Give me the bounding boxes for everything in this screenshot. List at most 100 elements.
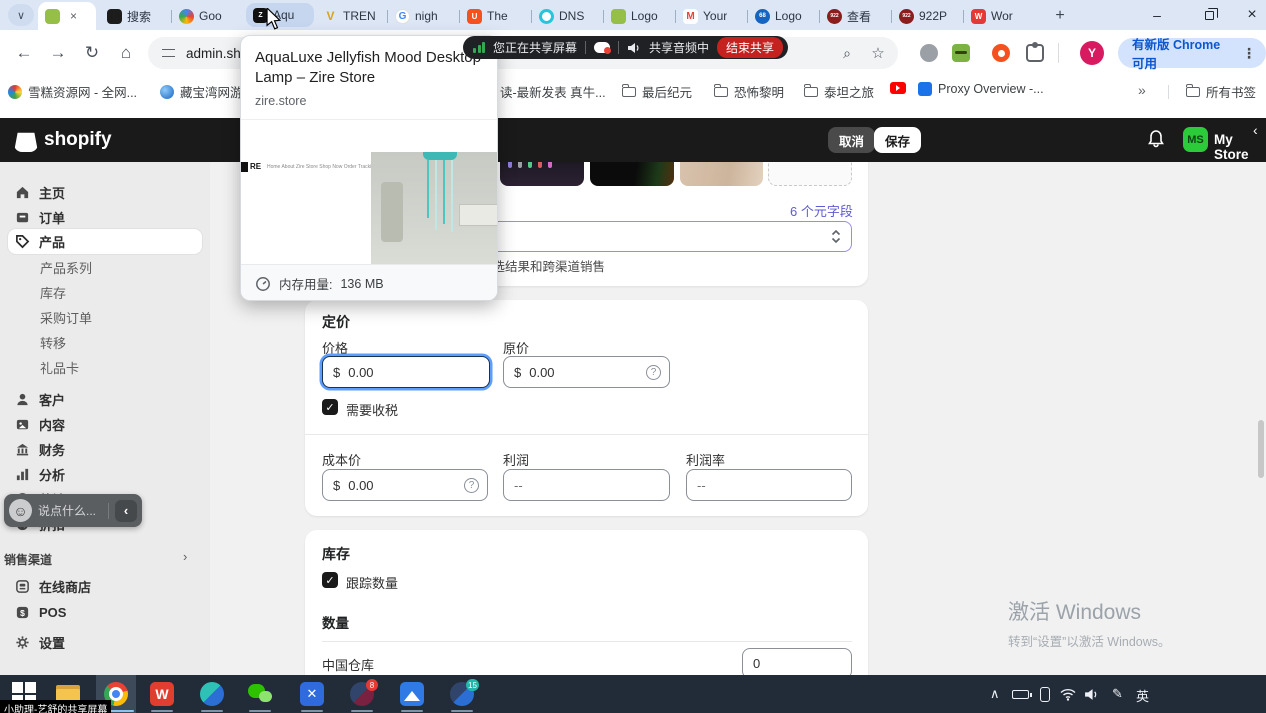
tab-label: nigh [415,9,438,23]
chat-input-placeholder[interactable]: 说点什么... [38,502,102,519]
pen-icon[interactable]: ✎ [1112,686,1123,702]
sidebar-item-content[interactable]: 内容 [8,412,202,437]
tab-sousuo[interactable]: 搜索 [100,2,172,30]
tray-chevron-icon[interactable]: ∧ [990,686,1000,702]
bookmark-xuegao[interactable]: 雪糕资源网 - 全网... [8,82,137,101]
tab-nigh[interactable]: Gnigh [388,2,460,30]
tab-tren[interactable]: VTREN [316,2,388,30]
channels-chevron-icon[interactable]: › [183,549,187,564]
tab-wor[interactable]: WWor [964,2,1036,30]
compare-price-input[interactable]: $0.00 ? [503,356,670,388]
cost-input[interactable]: $0.00 ? [322,469,488,501]
window-close-button[interactable]: × [1230,0,1266,30]
sidebar-item-settings[interactable]: 设置 [8,630,202,655]
help-question-icon[interactable]: ? [646,365,661,380]
more-menu-icon[interactable]: ⋮ [1242,45,1256,62]
teal-app-icon[interactable] [200,682,224,706]
sidebar-item-analytics[interactable]: 分析 [8,462,202,487]
url-text[interactable]: admin.sh [186,46,241,61]
profit-input[interactable]: -- [503,469,670,501]
tab-active-shopify[interactable]: × [38,2,96,30]
app-with-badge-8-icon[interactable]: 8 [350,682,374,706]
tab-chakan[interactable]: 922查看 [820,2,892,30]
chrome-update-chip[interactable]: 有新版 Chrome 可用 ⋮ [1118,38,1266,68]
search-icon[interactable]: ⌕ [835,41,859,65]
blue-m-app-icon[interactable] [400,682,424,706]
extension-gray-icon[interactable] [920,44,938,62]
cloud-record-icon[interactable] [594,42,610,53]
margin-input[interactable]: -- [686,469,852,501]
home-icon[interactable]: ⌂ [114,41,138,65]
wps-icon[interactable]: W [150,682,174,706]
sidebar-item-orders[interactable]: 订单 [8,205,202,230]
battery-icon[interactable] [1012,690,1029,699]
volume-icon[interactable] [1084,688,1099,701]
tab-close-icon[interactable]: × [70,9,77,23]
tab-your[interactable]: MYour [676,2,748,30]
reload-icon[interactable]: ↻ [80,41,104,65]
bookmark-star-icon[interactable]: ☆ [866,41,890,65]
save-button[interactable]: 保存 [874,127,921,153]
price-input[interactable]: $0.00 [322,356,490,388]
bookmark-fragment[interactable]: 读-最新发表 真牛... [500,82,606,101]
sidebar-item-pos[interactable]: $POS [8,600,202,625]
cancel-button[interactable]: 取消 [828,127,875,153]
tab-922p[interactable]: 922922P [892,2,964,30]
sidebar-item-products[interactable]: 产品 [8,229,202,254]
tab-the[interactable]: UThe [460,2,532,30]
forward-icon[interactable]: → [46,41,70,65]
notifications-bell-icon[interactable] [1146,129,1166,149]
store-name[interactable]: My Store [1214,132,1266,162]
sidebar-item-customers[interactable]: 客户 [8,387,202,412]
assistant-avatar[interactable]: ☺ [9,499,32,522]
metafields-link[interactable]: 6 个元字段 [790,201,853,220]
sidebar-item-gift-cards[interactable]: 礼品卡 [40,358,79,377]
stop-sharing-button[interactable]: 结束共享 [717,37,783,58]
store-avatar[interactable]: MS [1183,127,1208,152]
check-icon: ✓ [325,401,334,414]
site-info-icon[interactable] [162,49,175,57]
sidebar-item-transfers[interactable]: 转移 [40,333,66,352]
bookmark-all-bookmarks[interactable]: 所有书签 [1186,82,1256,101]
tab-dns[interactable]: DNS [532,2,604,30]
sidebar-item-finances[interactable]: 财务 [8,437,202,462]
tab-logo2[interactable]: 68Logo [748,2,820,30]
widget-collapse-button[interactable]: ‹ [115,500,137,522]
wechat-icon[interactable] [248,682,272,706]
sidebar-item-inventory[interactable]: 库存 [40,283,66,302]
bookmark-proxy[interactable]: Proxy Overview -... [918,82,1044,96]
bookmark-folder-zuihou[interactable]: 最后纪元 [622,82,692,101]
bookmark-cangbaowan[interactable]: 藏宝湾网游 [160,82,243,101]
sidebar-item-home[interactable]: 主页 [8,180,202,205]
sidebar-item-purchase-orders[interactable]: 采购订单 [40,308,92,327]
extension-green-icon[interactable] [952,44,970,62]
window-restore-button[interactable] [1187,0,1231,30]
track-quantity-checkbox[interactable]: ✓ [322,572,338,588]
extension-orange-icon[interactable] [992,44,1010,62]
bookmark-folder-taitan[interactable]: 泰坦之旅 [804,82,874,101]
back-icon[interactable]: ← [12,41,36,65]
bookmark-folder-kongbu[interactable]: 恐怖黎明 [714,82,784,101]
tax-checkbox[interactable]: ✓ [322,399,338,415]
bookmarks-overflow-button[interactable]: » [1138,82,1146,98]
sidebar-item-online-store[interactable]: 在线商店 [8,574,202,599]
sidebar-item-collections[interactable]: 产品系列 [40,258,92,277]
tax-checkbox-label[interactable]: 需要收税 [346,400,398,419]
track-quantity-label[interactable]: 跟踪数量 [346,573,398,592]
bookmark-youtube[interactable] [890,82,906,94]
ime-indicator[interactable]: 英 [1136,686,1149,705]
tab-logo1[interactable]: Logo [604,2,676,30]
tab-goo[interactable]: Goo [172,2,244,30]
help-question-icon[interactable]: ? [464,478,479,493]
extensions-puzzle-icon[interactable] [1026,44,1044,62]
profile-avatar[interactable]: Y [1080,41,1104,65]
app-with-badge-15-icon[interactable]: 15 [450,682,474,706]
scrollbar-thumb[interactable] [1258,420,1264,478]
collapse-chevron-icon[interactable]: ‹ [1253,122,1258,138]
phone-icon[interactable] [1040,687,1050,702]
new-tab-button[interactable]: + [1048,4,1072,28]
wifi-icon[interactable] [1060,688,1076,701]
blue-x-app-icon[interactable]: ✕ [300,682,324,706]
tab-search-button[interactable]: ∨ [8,4,34,26]
window-minimize-button[interactable]: – [1135,0,1179,30]
